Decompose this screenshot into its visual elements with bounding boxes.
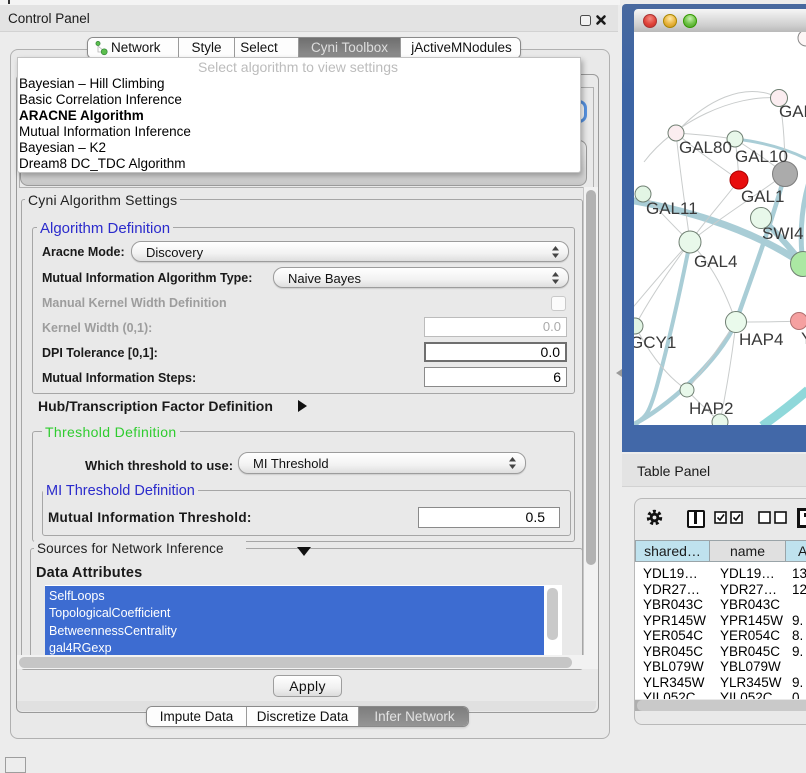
svg-text:GAL4: GAL4 [694, 252, 737, 271]
svg-text:SWI4: SWI4 [762, 224, 804, 243]
svg-text:Y: Y [801, 329, 806, 348]
svg-text:HAP2: HAP2 [689, 399, 733, 418]
svg-text:GAL10: GAL10 [735, 147, 788, 166]
svg-text:GCY1: GCY1 [634, 333, 676, 352]
svg-text:GAL1: GAL1 [741, 187, 784, 206]
svg-text:GAL11: GAL11 [646, 199, 698, 218]
svg-text:HAP4: HAP4 [739, 330, 783, 349]
svg-text:GAL80: GAL80 [679, 138, 732, 157]
svg-text:GAL: GAL [779, 102, 806, 121]
